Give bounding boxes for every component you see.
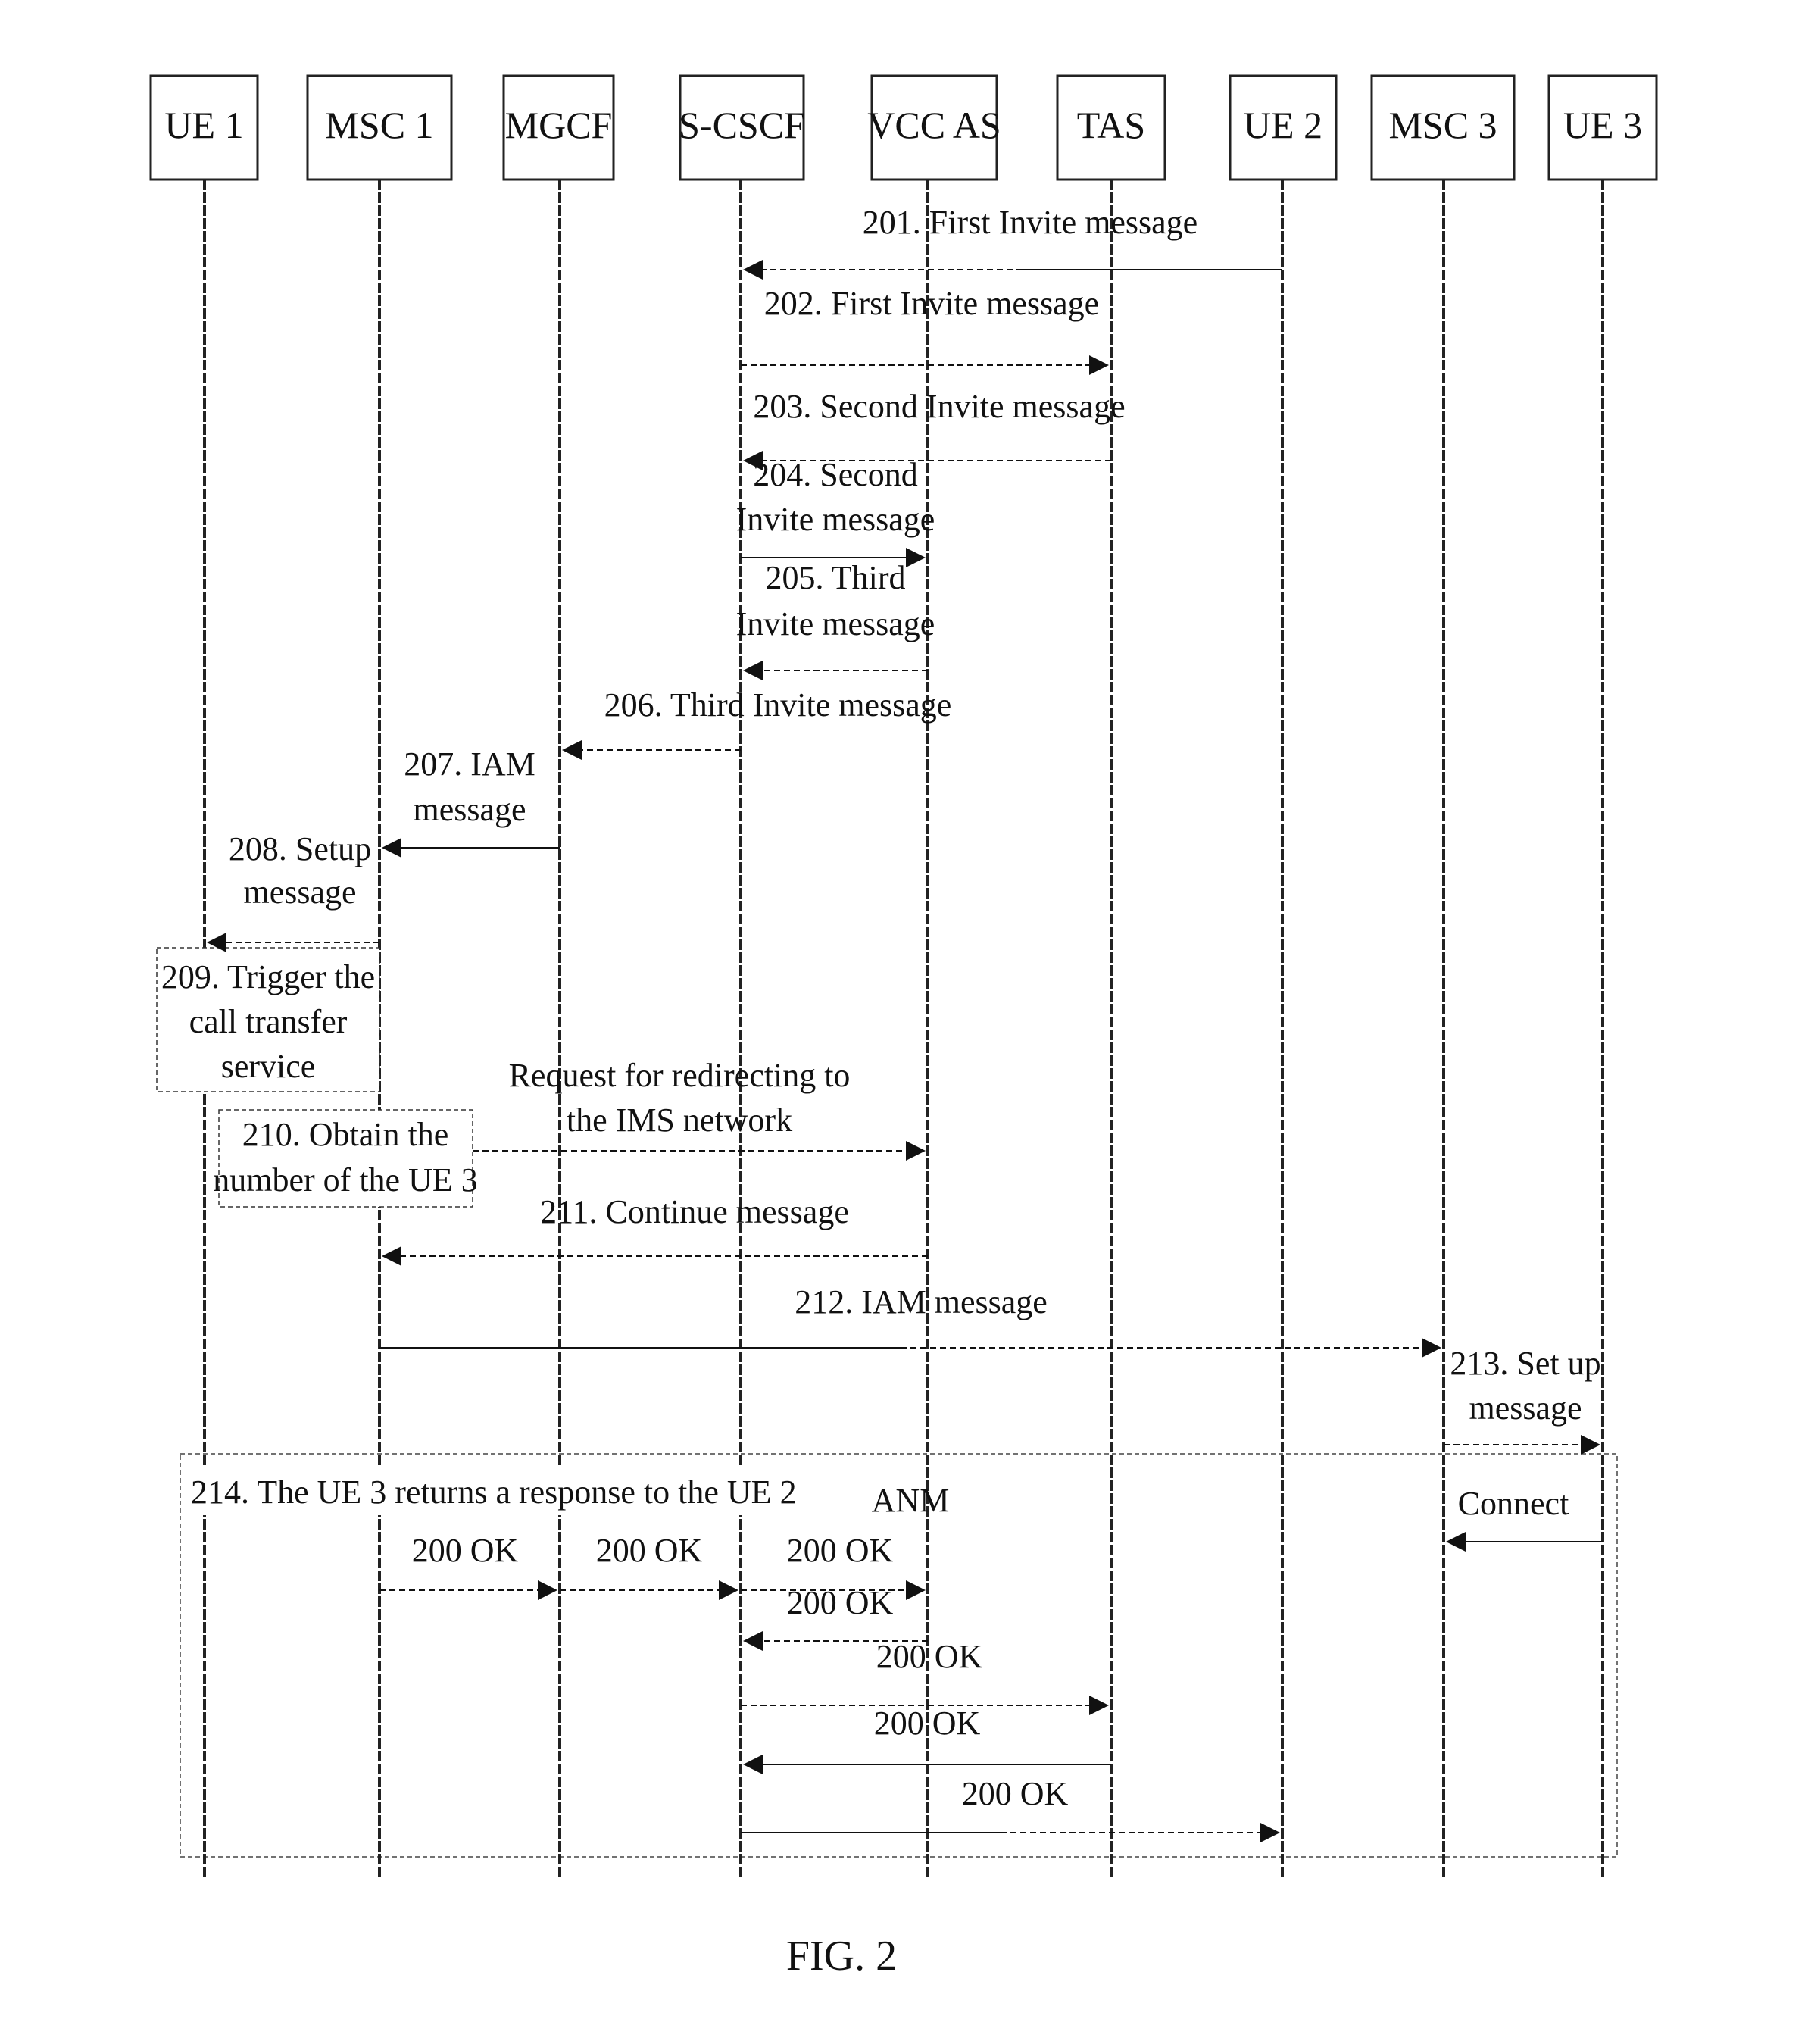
message-201: 201. First Invite message xyxy=(743,204,1282,280)
entity-mgcf: MGCF xyxy=(502,74,615,181)
arrowhead-icon xyxy=(382,1246,401,1266)
arrowhead-icon xyxy=(906,1141,926,1161)
arrowhead-icon xyxy=(1581,1435,1600,1455)
message-label: 200 OK xyxy=(787,1532,894,1569)
message-label: ANM xyxy=(872,1482,950,1519)
message-label: Invite message xyxy=(736,605,935,642)
entity-label: MSC 3 xyxy=(1388,104,1497,146)
entity-ue1: UE 1 xyxy=(149,74,259,181)
arrowhead-icon xyxy=(743,661,763,680)
message-label: Connect xyxy=(1458,1485,1569,1522)
entity-label: MGCF xyxy=(505,104,613,146)
entity-label: VCC AS xyxy=(867,104,1001,146)
arrowhead-icon xyxy=(743,260,763,280)
frame-214-label: 214. The UE 3 returns a response to the … xyxy=(191,1474,797,1511)
entity-label: UE 2 xyxy=(1244,104,1322,146)
message-redirect: Request for redirecting to the IMS networ… xyxy=(473,1057,926,1161)
message-213: 213. Set up message xyxy=(1444,1345,1601,1455)
arrowhead-icon xyxy=(906,1580,926,1600)
arrowhead-icon xyxy=(743,1755,763,1774)
message-204: 204. Second Invite message xyxy=(736,456,935,567)
message-label: the IMS network xyxy=(567,1102,792,1139)
message-206: 206. Third Invite message xyxy=(562,686,951,760)
message-208: 208. Setup message xyxy=(207,830,379,952)
arrowhead-icon xyxy=(719,1580,738,1600)
entity-msc1: MSC 1 xyxy=(306,74,453,181)
arrowhead-icon xyxy=(1260,1823,1280,1842)
message-ok2: 200 OK xyxy=(560,1532,738,1600)
note-210: 210. Obtain the number of the UE 3 xyxy=(213,1109,478,1208)
message-label: Invite message xyxy=(736,501,935,538)
message-label: 201. First Invite message xyxy=(863,204,1197,241)
arrowhead-icon xyxy=(1089,355,1109,375)
message-label: 208. Setup xyxy=(229,830,371,867)
note-text: service xyxy=(221,1048,316,1085)
message-label: 200 OK xyxy=(412,1532,519,1569)
entity-label: S-CSCF xyxy=(679,104,805,146)
entity-label: TAS xyxy=(1077,104,1145,146)
entity-ue2: UE 2 xyxy=(1229,74,1338,181)
message-label: 213. Set up xyxy=(1450,1345,1600,1382)
note-text: call transfer xyxy=(189,1003,348,1040)
arrowhead-icon xyxy=(382,838,401,858)
message-ok7: 200 OK xyxy=(741,1775,1280,1842)
entity-vccas: VCC AS xyxy=(867,74,1001,181)
message-label: 200 OK xyxy=(874,1705,981,1742)
message-anm: ANM xyxy=(872,1482,950,1519)
arrowhead-icon xyxy=(538,1580,557,1600)
message-label: 202. First Invite message xyxy=(764,285,1099,322)
message-label: 207. IAM xyxy=(404,745,535,783)
message-label: 206. Third Invite message xyxy=(604,686,952,724)
note-text: 209. Trigger the xyxy=(161,958,375,995)
note-209: 209. Trigger the call transfer service xyxy=(156,947,380,1092)
entity-scscf: S-CSCF xyxy=(679,74,805,181)
arrowhead-icon xyxy=(906,548,926,567)
entity-tas: TAS xyxy=(1056,74,1166,181)
note-text: number of the UE 3 xyxy=(213,1161,477,1199)
arrowhead-icon xyxy=(1422,1338,1441,1358)
note-text: 210. Obtain the xyxy=(242,1116,449,1153)
message-205: 205. Third Invite message xyxy=(736,559,935,680)
message-label: 211. Continue message xyxy=(540,1193,849,1230)
message-connect: Connect xyxy=(1446,1485,1603,1552)
message-label: 200 OK xyxy=(962,1775,1069,1812)
message-label: 203. Second Invite message xyxy=(753,388,1125,425)
message-202: 202. First Invite message xyxy=(741,285,1109,375)
entity-label: MSC 1 xyxy=(325,104,433,146)
message-label: message xyxy=(1469,1389,1582,1427)
message-label: message xyxy=(243,874,356,911)
message-207: 207. IAM message xyxy=(382,745,560,858)
arrowhead-icon xyxy=(1089,1696,1109,1715)
arrowhead-icon xyxy=(562,740,582,760)
message-label: 205. Third xyxy=(766,559,906,596)
message-ok6: 200 OK xyxy=(743,1705,1111,1774)
message-label: 204. Second xyxy=(753,456,918,493)
message-label: 200 OK xyxy=(787,1584,894,1621)
message-ok1: 200 OK xyxy=(379,1532,557,1600)
message-label: 200 OK xyxy=(596,1532,703,1569)
entity-label: UE 1 xyxy=(164,104,243,146)
entity-label: UE 3 xyxy=(1563,104,1642,146)
arrowhead-icon xyxy=(743,1631,763,1651)
message-label: message xyxy=(413,791,526,828)
figure-caption: FIG. 2 xyxy=(786,1933,897,1980)
message-ok5: 200 OK xyxy=(741,1638,1109,1715)
message-label: Request for redirecting to xyxy=(509,1057,851,1094)
entity-msc3: MSC 3 xyxy=(1370,74,1516,181)
arrowhead-icon xyxy=(1446,1532,1466,1552)
entity-ue3: UE 3 xyxy=(1547,74,1658,181)
message-label: 212. IAM message xyxy=(795,1283,1048,1320)
sequence-diagram: UE 1 MSC 1 MGCF S-CSCF VCC AS TAS UE 2 MSC 3 UE … xyxy=(149,74,1658,1980)
message-label: 200 OK xyxy=(876,1638,983,1675)
